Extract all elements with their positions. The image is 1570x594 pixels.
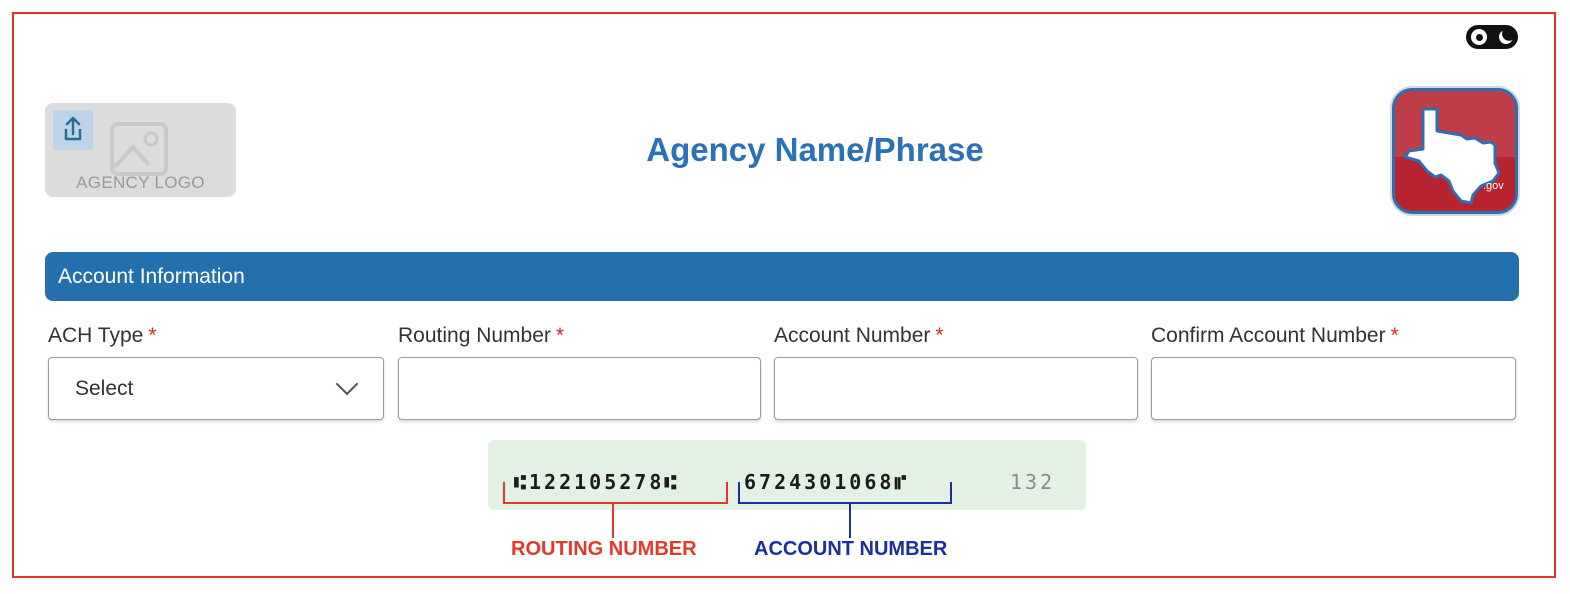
required-marker: * (1390, 324, 1399, 347)
upload-logo-button[interactable] (53, 110, 93, 150)
section-title: Account Information (58, 264, 245, 288)
account-bracket (738, 482, 952, 504)
account-number-caption: ACCOUNT NUMBER (754, 538, 948, 560)
confirm-account-number-field[interactable] (1151, 357, 1516, 420)
logo-placeholder-label: AGENCY LOGO (76, 173, 205, 192)
texas-map-icon: .gov (1403, 107, 1504, 205)
routing-bracket (503, 482, 728, 504)
confirm-account-number-label: Confirm Account Number * (1151, 324, 1399, 347)
check-example-diagram: ⑆122105278⑆ 6724301068⑈ 132 (488, 440, 1086, 510)
routing-number-label: Routing Number * (398, 324, 565, 347)
routing-callout-line (612, 502, 614, 538)
chevron-down-icon (335, 372, 359, 396)
section-header-account-information: Account Information (45, 252, 1519, 301)
routing-number-field[interactable] (398, 357, 761, 420)
routing-number-caption: ROUTING NUMBER (511, 538, 697, 560)
ach-type-select[interactable]: Select (48, 357, 384, 420)
required-marker: * (935, 324, 944, 347)
ach-type-selected-value: Select (75, 377, 134, 400)
required-marker: * (148, 324, 157, 347)
page-title: Agency Name/Phrase (646, 131, 984, 168)
agency-logo-placeholder: AGENCY LOGO (45, 103, 236, 197)
texas-gov-badge: .gov (1392, 88, 1518, 214)
required-marker: * (555, 324, 565, 347)
sun-icon (1471, 29, 1487, 45)
image-placeholder-icon (110, 122, 168, 176)
account-number-label: Account Number * (774, 324, 944, 347)
moon-icon (1497, 28, 1515, 46)
account-number-field[interactable] (774, 357, 1138, 420)
ach-type-label: ACH Type * (48, 324, 157, 347)
account-callout-line (849, 502, 851, 538)
theme-toggle[interactable] (1466, 25, 1518, 49)
check-micr-digits: 132 (1010, 470, 1056, 494)
upload-icon (64, 116, 82, 141)
gov-badge-label: .gov (1483, 180, 1504, 192)
